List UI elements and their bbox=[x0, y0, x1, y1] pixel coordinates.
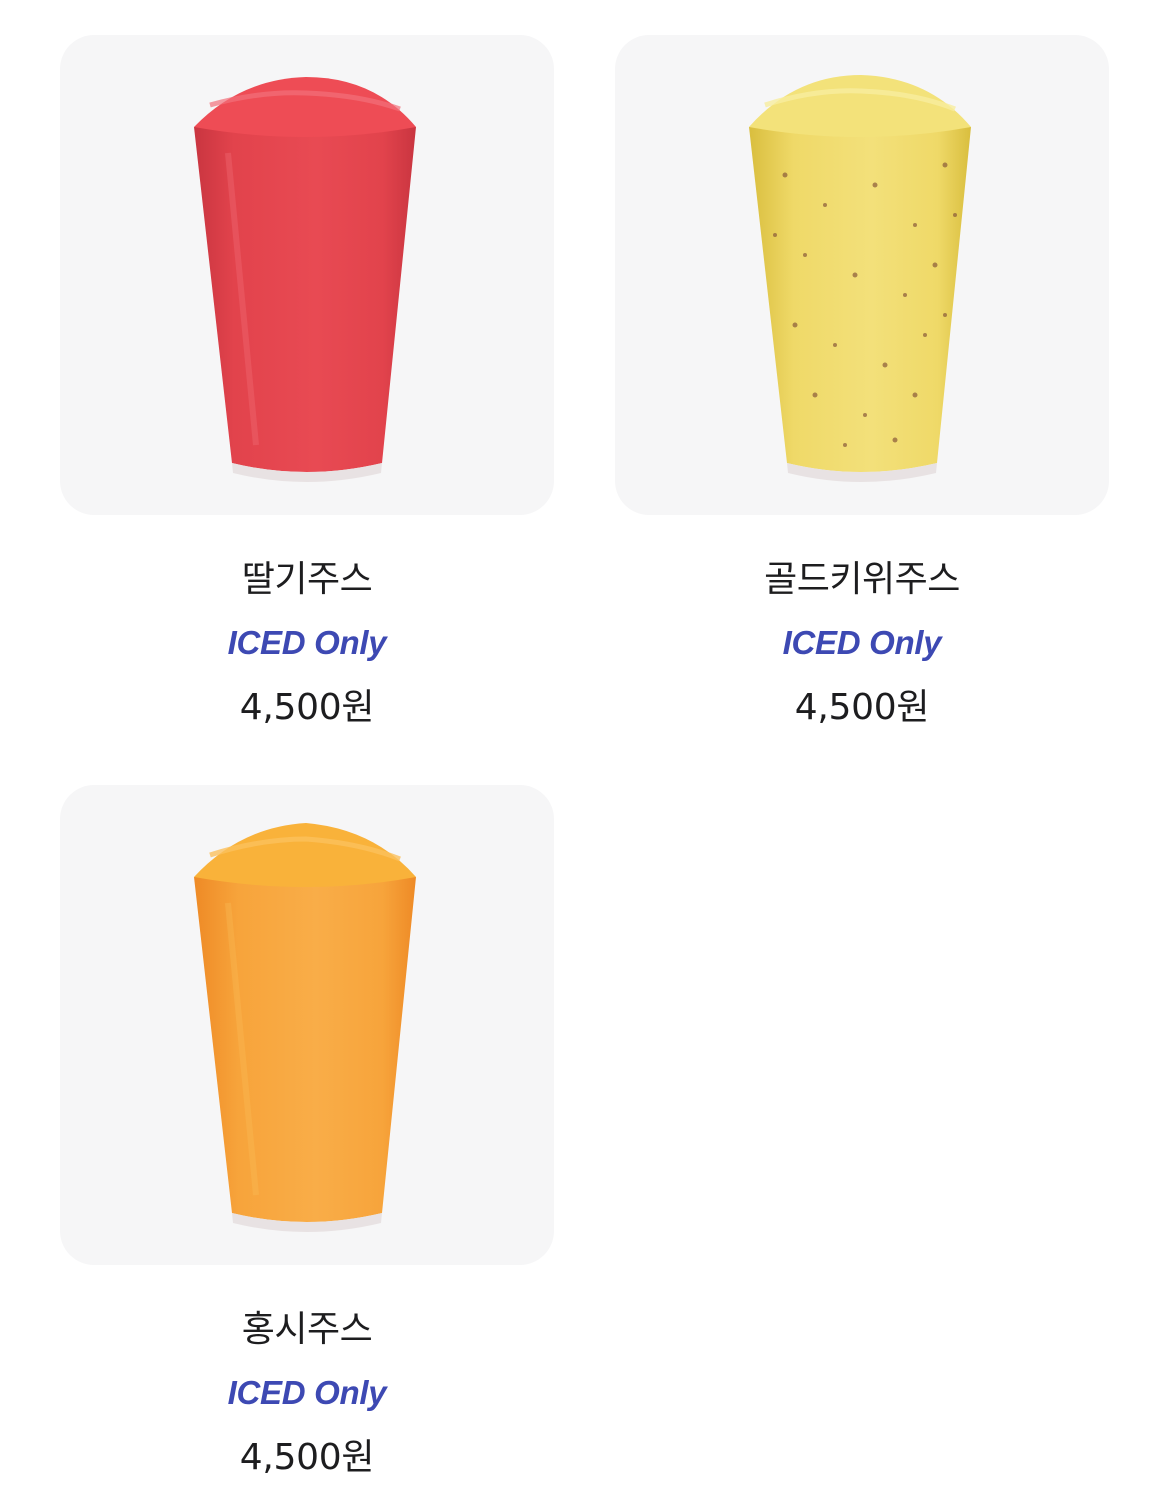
menu-card-strawberry-juice[interactable]: 딸기주스 ICED Only 4,500원 bbox=[60, 35, 554, 733]
persimmon-juice-cup-icon bbox=[194, 823, 416, 1232]
strawberry-juice-cup-icon bbox=[194, 77, 416, 482]
product-price: 4,500원 bbox=[239, 687, 375, 728]
menu-card-gold-kiwi-juice[interactable]: 골드키위주스 ICED Only 4,500원 bbox=[615, 35, 1109, 733]
gold-kiwi-juice-cup-icon bbox=[749, 75, 971, 482]
menu-card-persimmon-juice[interactable]: 홍시주스 ICED Only 4,500원 bbox=[60, 785, 554, 1483]
product-name[interactable]: 홍시주스 bbox=[60, 1305, 554, 1355]
menu-grid: 딸기주스 ICED Only 4,500원 골드키위주스 ICED Only 4… bbox=[0, 0, 1170, 1506]
product-name[interactable]: 골드키위주스 bbox=[615, 555, 1109, 605]
iced-only-badge: ICED Only bbox=[782, 624, 942, 661]
iced-only-badge: ICED Only bbox=[227, 1374, 387, 1411]
product-image[interactable] bbox=[615, 35, 1109, 515]
product-name[interactable]: 딸기주스 bbox=[60, 555, 554, 605]
product-price: 4,500원 bbox=[239, 1437, 375, 1478]
iced-only-badge: ICED Only bbox=[227, 624, 387, 661]
product-image[interactable] bbox=[60, 785, 554, 1265]
product-price: 4,500원 bbox=[794, 687, 930, 728]
product-image[interactable] bbox=[60, 35, 554, 515]
